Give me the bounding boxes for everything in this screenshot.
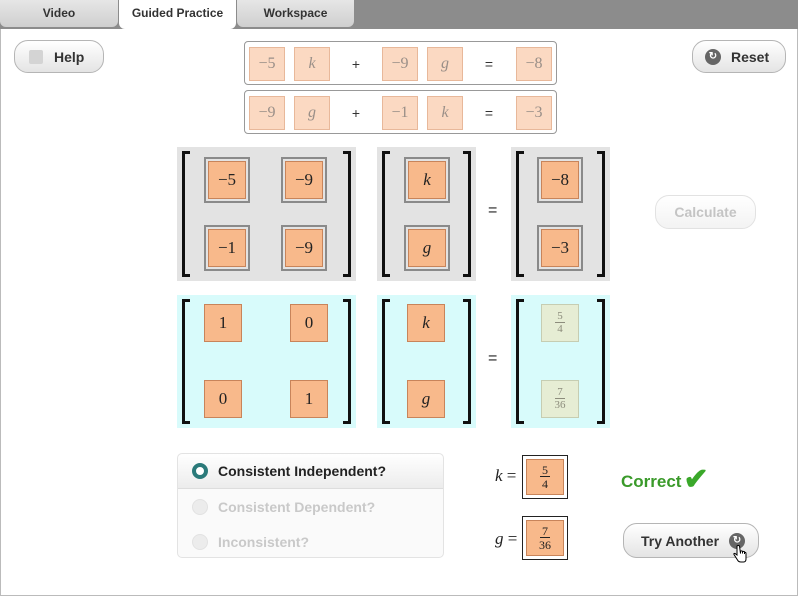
left-bracket — [382, 151, 390, 277]
reduced-var-k: k — [407, 304, 445, 342]
tab-guided-practice[interactable]: Guided Practice — [119, 0, 236, 29]
option-label: Consistent Independent? — [218, 463, 386, 479]
option-label: Consistent Dependent? — [218, 498, 376, 515]
result-k-numerator: 5 — [540, 463, 550, 477]
eq2-const[interactable]: −3 — [516, 96, 552, 130]
identity-cell-2-1: 0 — [204, 380, 242, 418]
result-g-box: 7 36 — [522, 516, 568, 560]
right-bracket — [597, 151, 605, 277]
right-bracket — [463, 299, 471, 424]
right-bracket — [343, 151, 351, 277]
reset-button[interactable]: ↻ Reset — [692, 40, 786, 73]
eq1-var-y[interactable]: g — [427, 47, 463, 81]
checkmark-icon: ✔ — [683, 463, 709, 496]
solution-k-numerator: 5 — [555, 310, 565, 323]
result-k-box: 54 — [522, 455, 568, 499]
help-label: Help — [54, 48, 85, 65]
right-bracket — [597, 299, 605, 424]
result-g-value: 7 36 — [526, 520, 564, 556]
coef-cell-2-2[interactable]: −9 — [281, 225, 327, 271]
identity-cell-1-1: 1 — [204, 304, 242, 342]
reset-label: Reset — [731, 48, 770, 65]
calculate-label: Calculate — [674, 204, 737, 220]
const-cell-1[interactable]: −8 — [537, 157, 583, 203]
help-checkbox-icon — [29, 49, 43, 64]
option-label: Inconsistent? — [218, 533, 310, 550]
calculate-button[interactable]: Calculate — [655, 195, 756, 229]
eq1-plus: + — [351, 56, 361, 72]
solution-g-denominator: 36 — [554, 399, 566, 411]
matrix-equals-sign: = — [488, 202, 498, 219]
option-consistent-independent[interactable]: Consistent Independent? — [178, 454, 443, 489]
radio-selected-icon[interactable] — [192, 463, 208, 479]
coef-cell-1-1[interactable]: −5 — [204, 157, 250, 203]
eq2-var-y[interactable]: k — [427, 96, 463, 130]
result-g-label: g = — [495, 529, 517, 549]
identity-cell-2-2: 1 — [290, 380, 328, 418]
eq2-coef-a[interactable]: −9 — [249, 96, 285, 130]
equation-row-1: −5 k + −9 g = −8 — [244, 41, 557, 85]
eq2-coef-b[interactable]: −1 — [382, 96, 418, 130]
radio-empty-icon[interactable] — [192, 533, 208, 550]
solution-cell-g: 7 36 — [541, 380, 579, 418]
hand-pointer-icon — [733, 545, 747, 563]
tab-workspace[interactable]: Workspace — [237, 0, 354, 27]
var-cell-g[interactable]: g — [404, 225, 450, 271]
constant-matrix: −8 −3 — [511, 147, 610, 281]
variable-matrix: k g — [377, 147, 476, 281]
try-another-label: Try Another — [641, 532, 720, 549]
result-k-equals: = — [506, 466, 517, 485]
result-k-value: 54 — [526, 459, 564, 495]
solution-cell-k: 54 — [541, 304, 579, 342]
result-g-numerator: 7 — [540, 524, 550, 538]
eq2-equals: = — [484, 105, 494, 121]
result-k-denominator: 4 — [542, 477, 548, 491]
right-bracket — [463, 151, 471, 277]
eq1-var-x[interactable]: k — [294, 47, 330, 81]
result-k-label: k = — [495, 466, 516, 486]
left-bracket — [516, 299, 524, 424]
eq1-const[interactable]: −8 — [516, 47, 552, 81]
var-cell-k[interactable]: k — [404, 157, 450, 203]
left-bracket — [182, 151, 190, 277]
result-k-var: k — [495, 466, 503, 485]
help-button[interactable]: Help — [14, 40, 104, 73]
eq1-coef-b[interactable]: −9 — [382, 47, 418, 81]
eq2-plus: + — [351, 105, 361, 121]
eq1-coef-a[interactable]: −5 — [249, 47, 285, 81]
reduced-variable-matrix: k g — [377, 295, 476, 428]
identity-matrix: 1 0 0 1 — [177, 295, 356, 428]
result-g-var: g — [495, 529, 504, 548]
eq1-equals: = — [484, 56, 494, 72]
system-type-options: Consistent Independent? Consistent Depen… — [177, 453, 444, 558]
option-consistent-dependent[interactable]: Consistent Dependent? — [178, 489, 443, 524]
coef-cell-1-2[interactable]: −9 — [281, 157, 327, 203]
tab-bar: Video Guided Practice Workspace — [0, 0, 798, 29]
coefficient-matrix: −5 −9 −1 −9 — [177, 147, 356, 281]
reset-icon: ↻ — [705, 48, 721, 65]
identity-cell-1-2: 0 — [290, 304, 328, 342]
correct-feedback: Correct ✔ — [621, 463, 709, 496]
equation-row-2: −9 g + −1 k = −3 — [244, 90, 557, 134]
left-bracket — [382, 299, 390, 424]
right-bracket — [343, 299, 351, 424]
reduced-var-g: g — [407, 380, 445, 418]
reduced-equals-sign: = — [488, 350, 498, 367]
option-inconsistent[interactable]: Inconsistent? — [178, 524, 443, 559]
eq2-var-x[interactable]: g — [294, 96, 330, 130]
radio-empty-icon[interactable] — [192, 498, 208, 515]
result-g-denominator: 36 — [539, 538, 551, 552]
left-bracket — [182, 299, 190, 424]
coef-cell-2-1[interactable]: −1 — [204, 225, 250, 271]
const-cell-2[interactable]: −3 — [537, 225, 583, 271]
result-g-equals: = — [507, 529, 518, 548]
tab-video[interactable]: Video — [0, 0, 118, 27]
solution-matrix: 54 7 36 — [511, 295, 610, 428]
correct-label: Correct — [621, 472, 682, 491]
left-bracket — [516, 151, 524, 277]
solution-k-denominator: 4 — [557, 323, 563, 335]
solution-g-numerator: 7 — [555, 386, 565, 399]
